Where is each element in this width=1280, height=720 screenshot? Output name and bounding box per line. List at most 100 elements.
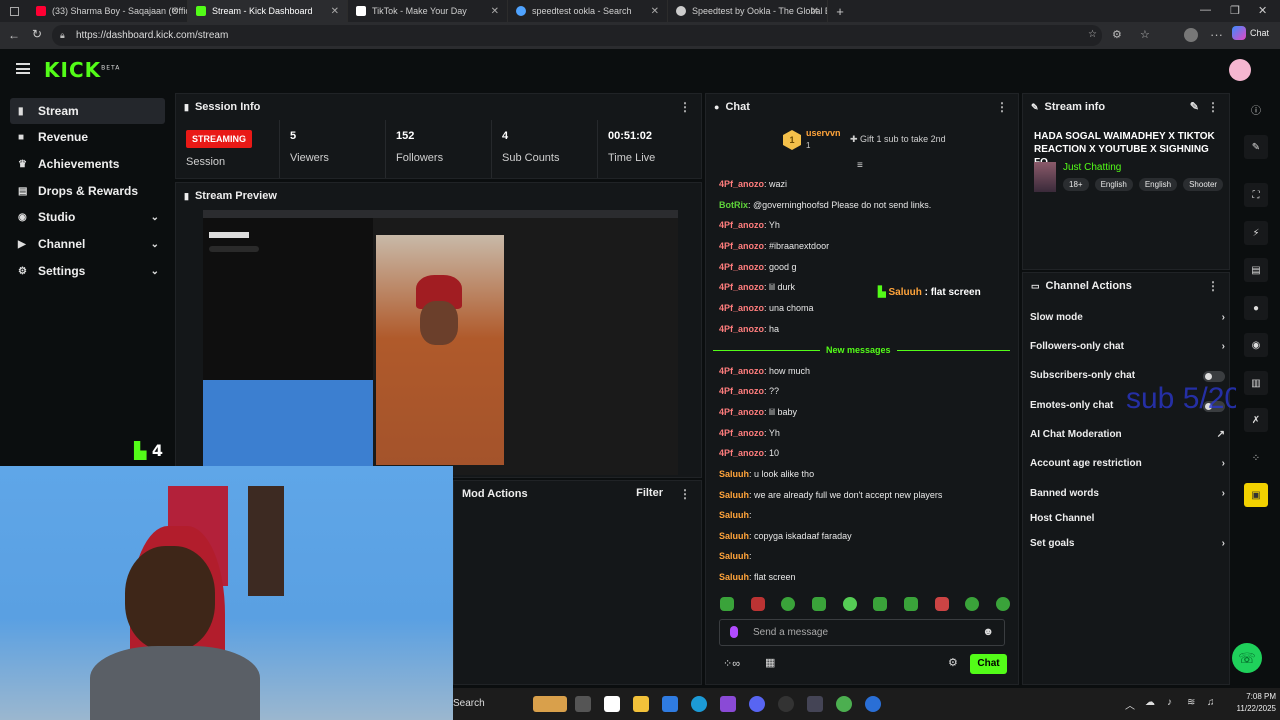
- slow-mode-item[interactable]: Slow mode ›: [1030, 309, 1225, 327]
- tray-chevron-icon[interactable]: ︿: [1125, 697, 1135, 712]
- layout-icon[interactable]: ▥: [1244, 371, 1268, 395]
- followers-only-item[interactable]: Followers-only chat ›: [1030, 338, 1225, 356]
- emote-icon[interactable]: [720, 597, 734, 611]
- tag[interactable]: English: [1138, 178, 1178, 191]
- expand-icon[interactable]: ≡: [857, 160, 863, 171]
- tab-speedtest[interactable]: Speedtest by Ookla - The Global B ✕: [668, 0, 828, 22]
- copilot-icon[interactable]: [720, 696, 736, 712]
- emote-icon[interactable]: [842, 597, 857, 611]
- star-icon[interactable]: ☆: [1088, 29, 1097, 40]
- obs-icon[interactable]: [807, 696, 823, 712]
- more-options-icon[interactable]: ⋮: [679, 100, 691, 114]
- set-goals-item[interactable]: Set goals ›: [1030, 535, 1225, 553]
- menu-icon[interactable]: [16, 63, 30, 74]
- chat-username[interactable]: 4Pf_anozo: [719, 262, 764, 272]
- chat-username[interactable]: Saluuh: [719, 551, 749, 561]
- filter-button[interactable]: Filter: [636, 487, 663, 499]
- chat-username[interactable]: 4Pf_anozo: [719, 448, 764, 458]
- emote-icon[interactable]: [781, 597, 796, 611]
- emoji-icon[interactable]: ☻: [982, 626, 994, 638]
- fullscreen-icon[interactable]: ⛶: [1244, 183, 1268, 207]
- chat-username[interactable]: Saluuh: [719, 469, 749, 479]
- chat-username[interactable]: 4Pf_anozo: [719, 407, 764, 417]
- close-icon[interactable]: ✕: [331, 6, 339, 17]
- network-icon[interactable]: ☁: [1145, 697, 1155, 708]
- taskbar-time[interactable]: 7:08 PM: [1226, 692, 1276, 701]
- widget-icon[interactable]: [533, 696, 567, 712]
- sidebar-item-achievements[interactable]: ♛ Achievements: [10, 151, 165, 177]
- tab-search[interactable]: speedtest ookla - Search ✕: [508, 0, 668, 22]
- more-options-icon[interactable]: ⋮: [1207, 100, 1219, 114]
- points-icon[interactable]: ⁘∞: [723, 657, 740, 670]
- emote-icon[interactable]: [903, 597, 918, 611]
- edit-icon[interactable]: ✎: [1190, 100, 1199, 113]
- taskbar-date[interactable]: 11/22/2025: [1226, 704, 1276, 713]
- tab-youtube[interactable]: (33) Sharma Boy - Saqajaan (Offic ✕: [28, 0, 188, 22]
- chat-username[interactable]: 4Pf_anozo: [719, 366, 764, 376]
- emote-icon[interactable]: [934, 597, 949, 611]
- close-icon[interactable]: ✕: [171, 6, 179, 17]
- emote-icon[interactable]: [965, 597, 980, 611]
- emote-icon[interactable]: [995, 597, 1010, 611]
- sidebar-item-studio[interactable]: ◉ Studio ⌄: [10, 204, 165, 230]
- close-icon[interactable]: ✕: [491, 6, 499, 17]
- chat-username[interactable]: 4Pf_anozo: [719, 303, 764, 313]
- category-link[interactable]: Just Chatting: [1063, 162, 1121, 173]
- microphone-icon[interactable]: [730, 626, 738, 638]
- user-avatar[interactable]: [1229, 59, 1251, 81]
- wikipedia-icon[interactable]: [604, 696, 620, 712]
- notes-icon[interactable]: ▤: [1244, 258, 1268, 282]
- banned-words-item[interactable]: Banned words ›: [1030, 485, 1225, 503]
- settings-app-icon[interactable]: [778, 696, 794, 712]
- edge-icon[interactable]: [691, 696, 707, 712]
- chat-input[interactable]: Send a message ☻: [719, 619, 1005, 646]
- sidebar-item-revenue[interactable]: ■ Revenue: [10, 124, 165, 150]
- close-icon[interactable]: ✕: [811, 6, 819, 17]
- chat-username[interactable]: 4Pf_anozo: [719, 179, 764, 189]
- volume-icon[interactable]: ♫: [1207, 697, 1215, 708]
- store-icon[interactable]: ▦: [765, 656, 775, 669]
- chat-username[interactable]: Saluuh: [719, 572, 749, 582]
- back-icon[interactable]: ←: [8, 28, 20, 42]
- minimize-icon[interactable]: —: [1200, 4, 1211, 16]
- emote-icon[interactable]: [811, 597, 826, 611]
- chat-username[interactable]: 4Pf_anozo: [719, 324, 764, 334]
- chat-username[interactable]: Saluuh: [719, 490, 749, 500]
- emote-icon[interactable]: [873, 597, 888, 611]
- more-icon[interactable]: ···: [1210, 27, 1223, 42]
- profile-avatar[interactable]: [1184, 28, 1198, 42]
- help-chat-icon[interactable]: ☏: [1232, 643, 1262, 673]
- tab-actions-icon[interactable]: [0, 0, 28, 22]
- chat-username[interactable]: Saluuh: [719, 531, 749, 541]
- chat-bubble-icon[interactable]: ●: [1244, 296, 1268, 320]
- lightning-icon[interactable]: ⚡︎: [1244, 221, 1268, 245]
- tag[interactable]: 18+: [1063, 178, 1089, 191]
- stream-video[interactable]: [203, 210, 678, 475]
- chat-username[interactable]: 4Pf_anozo: [719, 428, 764, 438]
- app-icon[interactable]: [865, 696, 881, 712]
- maximize-icon[interactable]: ❐: [1230, 4, 1240, 17]
- host-channel-item[interactable]: Host Channel: [1030, 510, 1225, 528]
- top-gifter-name[interactable]: uservvn: [806, 128, 841, 138]
- task-view-icon[interactable]: [575, 696, 591, 712]
- broadcast-icon[interactable]: ◉: [1244, 333, 1268, 357]
- store-icon[interactable]: [662, 696, 678, 712]
- tab-tiktok[interactable]: TikTok - Make Your Day ✕: [348, 0, 508, 22]
- kick-logo[interactable]: KICKBETA: [44, 58, 120, 82]
- more-options-icon[interactable]: ⋮: [1207, 279, 1219, 293]
- close-icon[interactable]: ✕: [651, 6, 659, 17]
- apps-icon[interactable]: ⁘: [1244, 446, 1268, 470]
- more-options-icon[interactable]: ⋮: [996, 100, 1008, 114]
- sidebar-item-stream[interactable]: ▮ Stream: [10, 98, 165, 124]
- gift-box-icon[interactable]: ▣: [1244, 483, 1268, 507]
- category-thumbnail[interactable]: [1034, 162, 1056, 192]
- edit-icon[interactable]: ✎: [1244, 135, 1268, 159]
- tab-kick-dashboard[interactable]: Stream - Kick Dashboard ✕: [188, 0, 348, 22]
- window-close-icon[interactable]: ✕: [1258, 4, 1267, 17]
- favorites-icon[interactable]: ☆: [1140, 28, 1150, 41]
- sidebar-item-channel[interactable]: ▶ Channel ⌄: [10, 231, 165, 257]
- chat-username[interactable]: 4Pf_anozo: [719, 241, 764, 251]
- wifi-icon[interactable]: ≋: [1187, 697, 1195, 708]
- chat-username[interactable]: 4Pf_anozo: [719, 220, 764, 230]
- chat-send-button[interactable]: Chat: [970, 654, 1007, 674]
